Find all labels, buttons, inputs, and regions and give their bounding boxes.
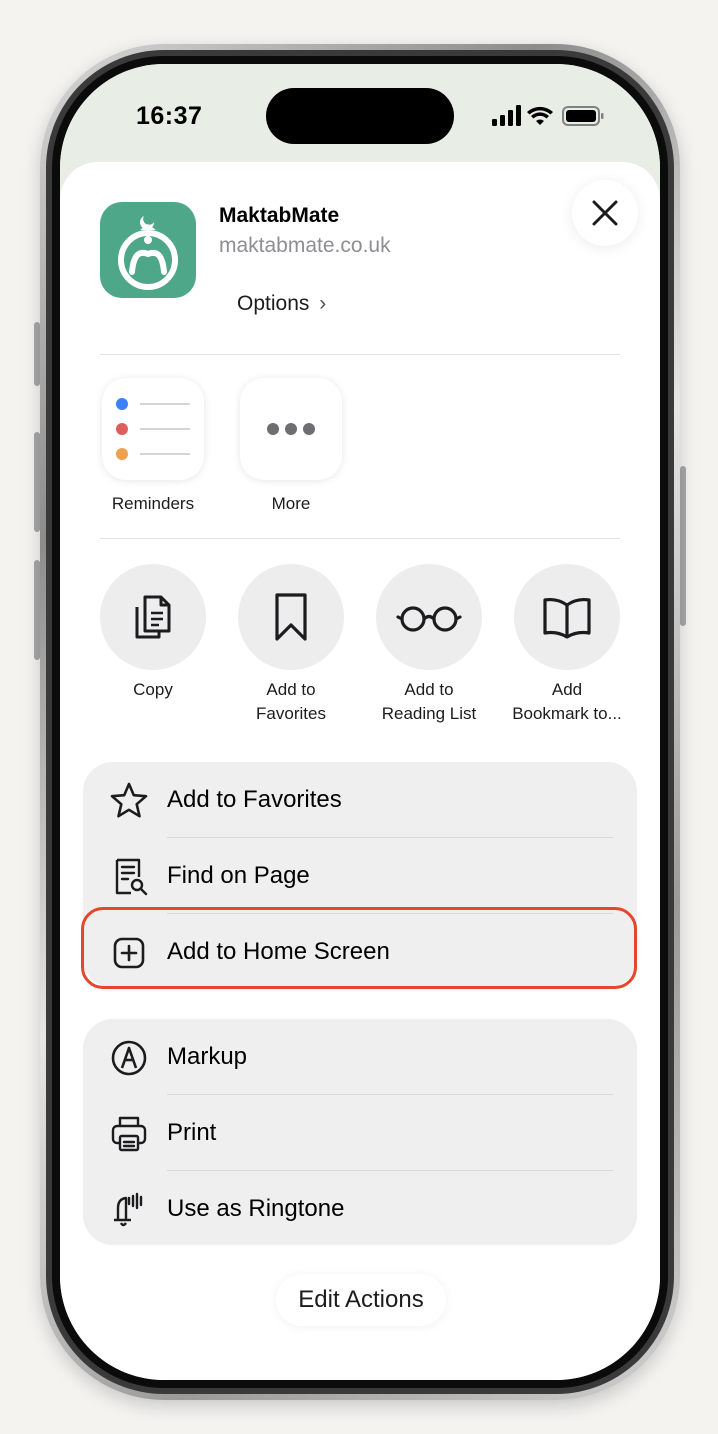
divider [100, 538, 620, 539]
app-name: MaktabMate [219, 204, 340, 227]
glasses-icon [396, 606, 462, 632]
battery-icon [562, 106, 604, 126]
markup-row-label: Markup [167, 1043, 248, 1070]
dynamic-island [266, 88, 454, 144]
markup-icon [111, 1040, 147, 1076]
actions-group-2: Markup Print Use as Ringtone [83, 1019, 637, 1245]
add-to-favorites-row[interactable]: Add to Favorites [83, 762, 637, 838]
use-as-ringtone-row-label: Use as Ringtone [167, 1195, 345, 1222]
add-bookmark-label: Add Bookmark to... [512, 680, 622, 723]
highlight-outline [81, 907, 637, 989]
maktabmate-logo-icon [118, 216, 178, 290]
cellular-signal-icon [492, 105, 521, 126]
wifi-icon [527, 106, 553, 125]
reminders-label: Reminders [111, 494, 195, 513]
chevron-right-icon: › [319, 292, 327, 315]
power-button[interactable] [680, 466, 686, 626]
app-url: maktabmate.co.uk [219, 234, 391, 257]
reminders-app-tile[interactable] [102, 378, 204, 480]
copy-label: Copy [133, 680, 173, 699]
copy-icon [135, 595, 171, 639]
copy-action-button[interactable] [100, 564, 206, 670]
bell-icon [114, 1192, 143, 1227]
star-icon [110, 782, 148, 818]
more-label: More [271, 494, 311, 513]
divider [100, 354, 620, 355]
find-on-page-row[interactable]: Find on Page [83, 838, 637, 914]
close-icon [592, 200, 618, 226]
edit-actions-button[interactable]: Edit Actions [276, 1274, 446, 1326]
add-bookmark-action-button[interactable] [514, 564, 620, 670]
close-button[interactable] [572, 180, 638, 246]
add-to-reading-list-label: Add to Reading List [381, 680, 477, 723]
app-icon [100, 202, 196, 298]
status-time: 16:37 [136, 102, 203, 130]
print-row-label: Print [167, 1119, 217, 1146]
find-on-page-icon [115, 858, 148, 896]
options-label: Options [237, 292, 310, 315]
options-button[interactable]: Options › [237, 292, 326, 316]
bookmark-icon [275, 593, 307, 641]
phone-screen: 16:37 MaktabMate maktabmate.co.uk Option… [60, 64, 660, 1380]
add-to-favorites-action-button[interactable] [238, 564, 344, 670]
use-as-ringtone-row[interactable]: Use as Ringtone [83, 1171, 637, 1247]
printer-icon [111, 1116, 147, 1152]
add-to-favorites-row-label: Add to Favorites [167, 786, 342, 813]
markup-row[interactable]: Markup [83, 1019, 637, 1095]
print-row[interactable]: Print [83, 1095, 637, 1171]
more-dots-icon [267, 423, 315, 435]
status-icons [492, 105, 604, 126]
book-icon [543, 597, 591, 639]
more-app-tile[interactable] [240, 378, 342, 480]
add-to-reading-list-action-button[interactable] [376, 564, 482, 670]
find-on-page-row-label: Find on Page [167, 862, 310, 889]
reminders-icon [116, 398, 190, 460]
add-to-favorites-label: Add to Favorites [256, 680, 326, 723]
